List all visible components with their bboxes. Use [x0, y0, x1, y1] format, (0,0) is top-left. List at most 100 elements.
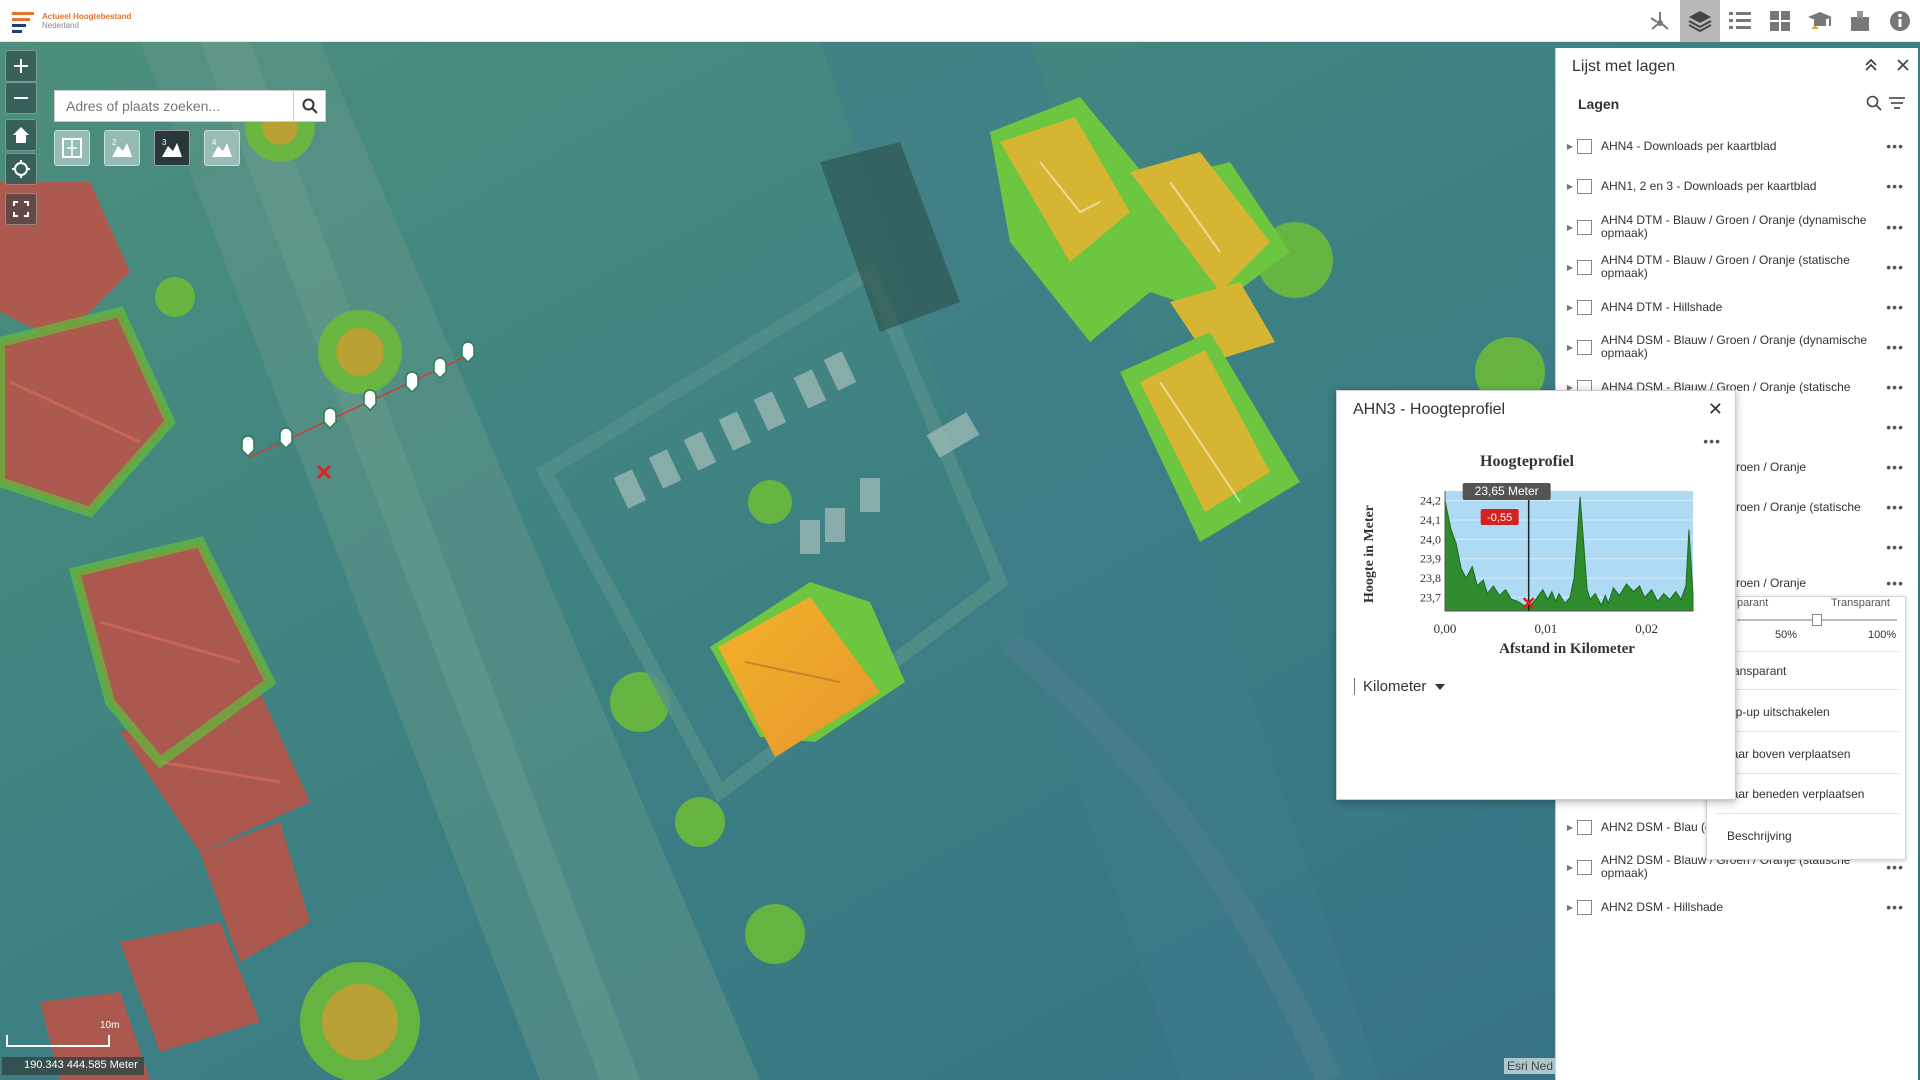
search-icon[interactable]	[1866, 95, 1882, 114]
scale-bar: 10m	[6, 1020, 119, 1047]
y-tick-label: 23,9	[1420, 552, 1441, 566]
profile-3d-icon[interactable]: 3	[154, 130, 190, 166]
menu-item-move-down[interactable]: laar beneden verplaatsen	[1729, 787, 1864, 801]
layer-options-icon[interactable]: •••	[1886, 178, 1904, 194]
close-icon[interactable]	[1896, 58, 1910, 77]
collapse-icon[interactable]	[1864, 58, 1878, 77]
info-icon[interactable]	[1880, 0, 1920, 42]
layer-checkbox[interactable]	[1577, 138, 1592, 154]
layer-options-icon[interactable]: •••	[1886, 138, 1904, 154]
cursor-delta-label: -0,55	[1487, 512, 1512, 524]
layer-row[interactable]: ▶ AHN4 DTM - Hillshade •••	[1555, 292, 1918, 322]
coordinate-readout: 190.343 444.585 Meter	[2, 1057, 144, 1075]
layer-options-icon[interactable]: •••	[1886, 419, 1904, 435]
svg-text:3: 3	[162, 138, 167, 147]
layer-options-icon[interactable]: •••	[1886, 219, 1904, 235]
layer-effects-icon[interactable]	[1640, 0, 1680, 42]
menu-item-description[interactable]: Beschrijving	[1727, 829, 1792, 843]
bookmark-icon[interactable]	[1840, 0, 1880, 42]
layer-row[interactable]: •••	[1706, 412, 1918, 442]
layer-row[interactable]: ▶ AHN4 - Downloads per kaartblad •••	[1555, 131, 1918, 161]
svg-text:2: 2	[112, 138, 117, 147]
transparency-slider[interactable]	[1737, 614, 1897, 626]
measure-tool-icon[interactable]	[54, 130, 90, 166]
profile-chart: Hoogteprofiel Hoogte in Meter Afstand in…	[1362, 453, 1694, 657]
transparency-label-left: parant	[1737, 597, 1769, 609]
layer-options-icon[interactable]: •••	[1886, 899, 1904, 915]
expand-caret-icon[interactable]: ▶	[1555, 263, 1577, 272]
elevation-profile-popup: AHN3 - Hoogteprofiel ✕ ••• Hoogteprofiel…	[1336, 390, 1736, 800]
layer-label: AHN4 DSM - Blauw / Groen / Oranje (dynam…	[1601, 333, 1868, 360]
layer-label: AHN1, 2 en 3 - Downloads per kaartblad	[1601, 178, 1817, 193]
basemap-gallery-icon[interactable]	[1760, 0, 1800, 42]
menu-item-move-up[interactable]: laar boven verplaatsen	[1729, 747, 1850, 761]
expand-caret-icon[interactable]: ▶	[1555, 303, 1577, 312]
zoom-out-button[interactable]	[5, 82, 37, 114]
search-icon[interactable]	[293, 91, 325, 121]
layer-row[interactable]: ▶ AHN1, 2 en 3 - Downloads per kaartblad •…	[1555, 171, 1918, 201]
chevron-down-icon	[1435, 683, 1446, 690]
layer-row[interactable]: roen / Oranje •••	[1706, 568, 1918, 598]
menu-item-disable-popup[interactable]: op-up uitschakelen	[1729, 705, 1830, 719]
layer-row[interactable]: ▶ AHN4 DTM - Blauw / Groen / Oranje (dyna…	[1555, 212, 1918, 242]
profile-2d-icon[interactable]: 2	[104, 130, 140, 166]
transparency-tick-100: 100%	[1868, 629, 1897, 641]
unit-selector[interactable]: Kilometer	[1354, 678, 1446, 695]
expand-caret-icon[interactable]: ▶	[1555, 182, 1577, 191]
layer-options-icon[interactable]: •••	[1886, 575, 1904, 591]
layer-checkbox[interactable]	[1577, 178, 1592, 194]
layer-row[interactable]: ▶ AHN4 DSM - Blauw / Groen / Oranje (dyna…	[1555, 332, 1918, 362]
zoom-in-button[interactable]	[5, 50, 37, 82]
layer-checkbox[interactable]	[1577, 219, 1592, 235]
chart-title: Hoogteprofiel	[1480, 453, 1574, 470]
education-icon[interactable]	[1800, 0, 1840, 42]
layer-checkbox[interactable]	[1577, 339, 1592, 355]
layer-options-icon[interactable]: •••	[1886, 539, 1904, 555]
map-attribution: Esri Ned	[1504, 1058, 1557, 1074]
y-tick-label: 24,2	[1420, 494, 1441, 508]
locate-icon[interactable]	[5, 153, 37, 185]
home-icon[interactable]	[5, 119, 37, 151]
layer-checkbox[interactable]	[1577, 299, 1592, 315]
layer-row[interactable]: roen / Oranje (statische •••	[1706, 492, 1918, 522]
widget-toolbar	[1640, 0, 1920, 42]
x-tick-label: 0,02	[1635, 621, 1658, 636]
layer-options-icon[interactable]: •••	[1886, 339, 1904, 355]
layer-label: AHN4 DTM - Hillshade	[1601, 299, 1723, 314]
layer-options-icon[interactable]: •••	[1886, 859, 1904, 875]
layer-row[interactable]: ▶ AHN4 DTM - Blauw / Groen / Oranje (stat…	[1555, 252, 1918, 282]
expand-caret-icon[interactable]: ▶	[1555, 863, 1577, 872]
expand-caret-icon[interactable]: ▶	[1555, 343, 1577, 352]
menu-item-transparency[interactable]: ransparant	[1729, 664, 1786, 678]
profile-4d-icon[interactable]: 4	[204, 130, 240, 166]
layer-options-icon[interactable]: •••	[1886, 499, 1904, 515]
layer-options-icon[interactable]: •••	[1886, 299, 1904, 315]
layer-row[interactable]: ▶ AHN2 DSM - Hillshade •••	[1555, 892, 1918, 922]
legend-icon[interactable]	[1720, 0, 1760, 42]
layers-icon[interactable]	[1680, 0, 1720, 42]
layer-label: AHN4 - Downloads per kaartblad	[1601, 138, 1777, 153]
expand-caret-icon[interactable]: ▶	[1555, 142, 1577, 151]
layer-row[interactable]: •••	[1706, 532, 1918, 562]
filter-icon[interactable]	[1888, 95, 1906, 114]
layer-row[interactable]: roen / Oranje •••	[1706, 452, 1918, 482]
layer-options-icon[interactable]: •••	[1886, 259, 1904, 275]
scale-label: 10m	[100, 1020, 120, 1031]
layers-heading: Lagen	[1578, 96, 1620, 112]
layer-checkbox[interactable]	[1577, 259, 1592, 275]
layer-checkbox[interactable]	[1577, 859, 1592, 875]
search-input[interactable]	[55, 91, 293, 121]
layer-options-icon[interactable]: •••	[1886, 379, 1904, 395]
expand-caret-icon[interactable]: ▶	[1555, 823, 1577, 832]
expand-caret-icon[interactable]: ▶	[1555, 903, 1577, 912]
app-logo[interactable]: Actueel Hoogtebestand Nederland	[10, 7, 131, 35]
layer-checkbox[interactable]	[1577, 819, 1592, 835]
y-tick-label: 24,1	[1420, 513, 1441, 527]
transparency-slider-thumb[interactable]	[1812, 614, 1822, 626]
expand-caret-icon[interactable]: ▶	[1555, 223, 1577, 232]
fullscreen-icon[interactable]	[5, 193, 37, 225]
transparency-label-right: Transparant	[1831, 597, 1890, 609]
layer-options-icon[interactable]: •••	[1886, 459, 1904, 475]
svg-text:4: 4	[212, 138, 217, 147]
layer-checkbox[interactable]	[1577, 899, 1592, 915]
